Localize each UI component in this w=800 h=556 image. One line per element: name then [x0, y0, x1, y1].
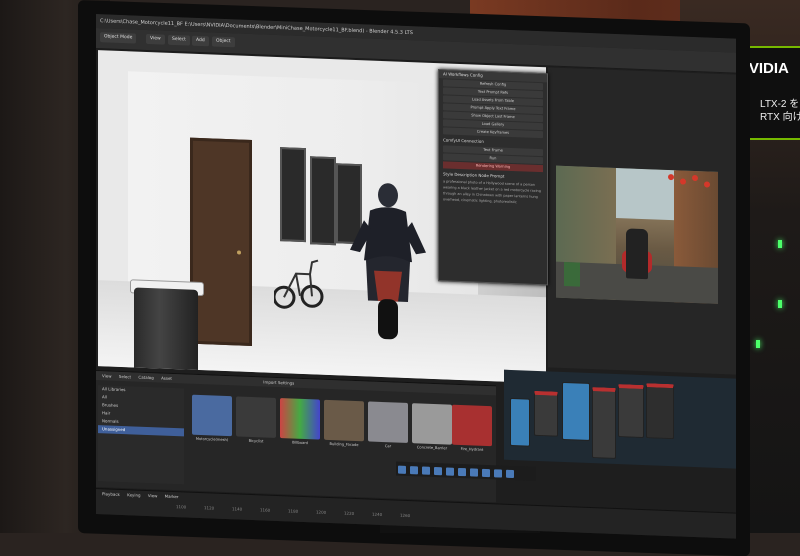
tl-keying[interactable]: Keying	[127, 492, 140, 498]
asset-tile[interactable]: Car	[368, 401, 408, 455]
taskbar-icon[interactable]	[434, 466, 442, 476]
taskbar-icon[interactable]	[410, 466, 418, 475]
tl-view[interactable]: View	[148, 493, 158, 498]
import-settings[interactable]: Import Settings	[263, 379, 294, 385]
node-box[interactable]	[592, 387, 616, 459]
scene-window	[280, 147, 306, 243]
render-lantern	[704, 181, 710, 188]
asset-label: Billboard	[292, 440, 308, 446]
render-lantern	[680, 178, 686, 185]
taskbar-icon[interactable]	[470, 468, 478, 477]
frame-number: 1160	[260, 507, 271, 513]
scene-door	[190, 137, 252, 346]
asset-catalog-tree: All Libraries All Brushes Hair Normals U…	[98, 385, 184, 485]
render-green-bin	[564, 261, 580, 287]
asset-browser: View Select Catalog Asset Import Setting…	[96, 370, 496, 503]
node-box[interactable]	[510, 397, 530, 447]
node-box[interactable]	[562, 381, 590, 441]
taskbar-icon[interactable]	[506, 469, 514, 479]
taskbar-icon[interactable]	[482, 468, 490, 478]
menu-add[interactable]: Add	[192, 35, 209, 47]
asset-thumbnail	[280, 398, 320, 440]
ab-menu-select[interactable]: Select	[119, 374, 131, 379]
scene-window	[310, 156, 336, 246]
asset-tile[interactable]: Building_Facade	[324, 399, 364, 454]
scene-bicycle	[274, 259, 324, 309]
frame-number: 1200	[316, 509, 327, 515]
menu-view[interactable]: View	[146, 33, 165, 45]
asset-thumbnail	[412, 403, 452, 445]
pc-led	[778, 240, 782, 248]
frame-number: 1180	[288, 508, 299, 514]
scene-motorcycle-rider	[350, 183, 426, 340]
asset-label: Building_Facade	[329, 441, 359, 448]
tl-playback[interactable]: Playback	[102, 491, 120, 497]
nvidia-sign-line1: LTX-2 を	[760, 99, 800, 110]
nvidia-sign-line2: RTX 向け	[760, 112, 800, 123]
render-preview	[556, 165, 718, 304]
asset-thumbnail	[192, 394, 232, 437]
ab-menu-view[interactable]: View	[102, 373, 112, 378]
blender-screen: C:\Users\Chase_Motorcycle11_BF E:\Users\…	[96, 14, 736, 539]
render-lantern	[692, 174, 698, 182]
node-box[interactable]	[646, 383, 674, 440]
asset-tile[interactable]: Bicyclist	[236, 396, 276, 450]
taskbar-icon[interactable]	[494, 469, 502, 478]
render-rider	[626, 228, 648, 280]
asset-tile[interactable]: Billboard	[280, 398, 320, 452]
taskbar-icon[interactable]	[422, 466, 430, 475]
asset-label: Fire_Hydrant	[460, 447, 484, 452]
taskbar-icon[interactable]	[458, 467, 466, 477]
asset-thumbnail	[368, 401, 408, 443]
taskbar-icon[interactable]	[446, 467, 454, 476]
nvidia-sign-text: LTX-2 を RTX 向け	[760, 98, 800, 124]
asset-thumbnail	[236, 396, 276, 438]
tl-marker[interactable]: Marker	[165, 494, 179, 500]
asset-tile[interactable]: Fire_Hydrant	[452, 404, 492, 459]
node-editor[interactable]	[504, 369, 736, 469]
frame-number: 1240	[372, 511, 383, 517]
asset-thumbnail	[324, 399, 364, 442]
pc-led	[778, 300, 782, 308]
frame-number: 1220	[344, 510, 355, 516]
ai-workflow-panel: AI Workflows Config Refresh Config Text …	[438, 69, 548, 286]
asset-tile[interactable]: Motorcycle(mesh)	[192, 394, 232, 449]
menu-select[interactable]: Select	[168, 34, 190, 46]
node-box[interactable]	[534, 390, 558, 437]
asset-label: Car	[384, 444, 392, 449]
pc-led	[756, 340, 760, 348]
frame-number: 1120	[204, 505, 215, 511]
mode-select[interactable]: Object Mode	[100, 32, 137, 44]
asset-label: Motorcycle(mesh)	[195, 436, 229, 443]
asset-label: Bicyclist	[248, 438, 264, 444]
asset-thumbnail	[452, 404, 492, 447]
taskbar-icon[interactable]	[398, 465, 406, 474]
node-box[interactable]	[618, 384, 644, 439]
menu-object[interactable]: Object	[212, 36, 235, 48]
door-knob	[237, 250, 241, 255]
render-sky	[616, 167, 676, 221]
frame-number: 1140	[232, 506, 243, 512]
asset-tile[interactable]: Concrete_Barrier	[412, 403, 452, 457]
ab-menu-catalog[interactable]: Catalog	[138, 375, 153, 381]
scene-trash-bin	[134, 287, 198, 382]
asset-label: Concrete_Barrier	[416, 445, 448, 451]
frame-number: 1100	[176, 504, 187, 510]
frame-number: 1260	[400, 512, 411, 519]
ab-menu-asset[interactable]: Asset	[161, 375, 172, 380]
render-lantern	[668, 173, 674, 181]
